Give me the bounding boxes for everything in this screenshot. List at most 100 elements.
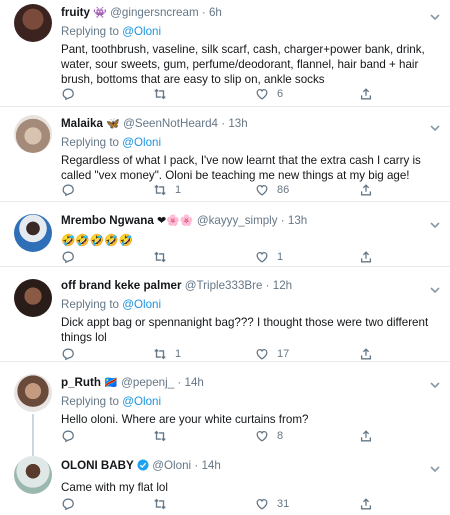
timestamp[interactable]: 14h	[185, 376, 204, 389]
display-name[interactable]: Mrembo Ngwana	[61, 214, 154, 227]
retweet-button[interactable]: 1	[153, 346, 181, 362]
like-button[interactable]: 1	[255, 249, 283, 265]
reply-button[interactable]	[61, 249, 83, 265]
separator-dot: ·	[221, 117, 226, 130]
replying-to-label: Replying to	[61, 136, 123, 149]
tweet-actions: 8	[61, 428, 401, 444]
like-icon	[256, 184, 268, 196]
tweet-header: Mrembo Ngwana ❤🌸🌸 @kayyy_simply · 13h	[61, 213, 442, 229]
tweet-actions: 6	[61, 86, 401, 102]
like-icon	[256, 348, 268, 360]
avatar[interactable]	[14, 279, 52, 317]
reply-button[interactable]	[61, 182, 83, 198]
like-button[interactable]: 8	[255, 428, 283, 444]
display-name[interactable]: OLONI BABY	[61, 459, 134, 472]
reply-button[interactable]	[61, 496, 83, 512]
replying-to-label: Replying to	[61, 298, 123, 311]
avatar[interactable]	[14, 115, 52, 153]
separator-dot: ·	[280, 214, 285, 227]
like-icon	[256, 430, 268, 442]
tweet-header: p_Ruth 🇨🇩 @pepenj_ · 14h	[61, 375, 442, 391]
like-button[interactable]: 17	[255, 346, 289, 362]
name-emoji: 👾	[93, 7, 107, 19]
share-button[interactable]	[359, 249, 373, 265]
thread-connector	[32, 414, 34, 456]
separator-dot: ·	[265, 279, 270, 292]
tweet-card[interactable]: Malaika 🦋 @SeenNotHeard4 · 13h Replying …	[0, 107, 450, 202]
like-count: 6	[277, 88, 284, 100]
reply-icon	[62, 430, 74, 443]
like-button[interactable]: 6	[255, 86, 283, 102]
reply-icon	[62, 184, 74, 197]
share-button[interactable]	[359, 428, 373, 444]
share-button[interactable]	[359, 496, 373, 512]
like-count: 17	[277, 348, 290, 360]
timestamp[interactable]: 13h	[228, 117, 247, 130]
share-button[interactable]	[359, 86, 373, 102]
replying-to-handle[interactable]: @Oloni	[122, 136, 161, 149]
reply-button[interactable]	[61, 346, 83, 362]
tweet-card[interactable]: p_Ruth 🇨🇩 @pepenj_ · 14h Replying to @Ol…	[0, 362, 450, 456]
reply-button[interactable]	[61, 86, 83, 102]
retweet-button[interactable]	[153, 428, 175, 444]
avatar[interactable]	[14, 374, 52, 412]
replying-to-handle[interactable]: @Oloni	[122, 25, 161, 38]
timestamp[interactable]: 6h	[209, 6, 222, 19]
tweet-header: OLONI BABY @Oloni · 14h	[61, 458, 442, 475]
reply-button[interactable]	[61, 428, 83, 444]
user-handle[interactable]: @Triple333Bre	[185, 279, 263, 292]
like-count: 31	[277, 498, 290, 510]
tweet-text: Regardless of what I pack, I've now lear…	[61, 154, 421, 182]
avatar[interactable]	[14, 214, 52, 252]
user-handle[interactable]: @Oloni	[152, 459, 191, 472]
timestamp[interactable]: 13h	[288, 214, 307, 227]
reply-icon	[62, 251, 74, 264]
share-icon	[360, 251, 372, 263]
reply-icon	[62, 88, 74, 101]
name-emoji: 🦋	[106, 118, 120, 130]
replying-to-label: Replying to	[61, 395, 123, 408]
replying-to: Replying to @Oloni	[61, 24, 442, 39]
user-handle[interactable]: @gingersncream	[110, 6, 198, 19]
timestamp[interactable]: 14h	[201, 459, 220, 472]
user-handle[interactable]: @kayyy_simply	[197, 214, 278, 227]
timestamp[interactable]: 12h	[273, 279, 292, 292]
like-count: 86	[277, 184, 290, 196]
retweet-button[interactable]	[153, 496, 175, 512]
like-button[interactable]: 86	[255, 182, 289, 198]
retweet-icon	[154, 348, 166, 360]
verified-badge-icon	[137, 459, 149, 475]
retweet-button[interactable]	[153, 86, 175, 102]
tweet-card[interactable]: off brand keke palmer @Triple333Bre · 12…	[0, 267, 450, 362]
tweet-card[interactable]: OLONI BABY @Oloni · 14h Came with my fla…	[0, 452, 450, 515]
avatar[interactable]	[14, 4, 52, 42]
tweet-card[interactable]: fruity 👾 @gingersncream · 6h Replying to…	[0, 0, 450, 107]
display-name[interactable]: p_Ruth	[61, 376, 101, 389]
tweet-text: 🤣🤣🤣🤣🤣	[61, 234, 134, 247]
like-button[interactable]: 31	[255, 496, 289, 512]
tweet-actions: 1 17	[61, 346, 401, 362]
replying-to-label: Replying to	[61, 25, 123, 38]
display-name[interactable]: fruity	[61, 6, 90, 19]
user-handle[interactable]: @pepenj_	[121, 376, 174, 389]
retweet-button[interactable]: 1	[153, 182, 181, 198]
tweet-actions: 1 86	[61, 182, 401, 198]
avatar[interactable]	[14, 456, 52, 494]
retweet-icon	[154, 88, 166, 100]
like-icon	[256, 498, 268, 510]
share-button[interactable]	[359, 346, 373, 362]
share-icon	[360, 430, 372, 442]
display-name[interactable]: Malaika	[61, 117, 103, 130]
tweet-card[interactable]: Mrembo Ngwana ❤🌸🌸 @kayyy_simply · 13h 🤣🤣…	[0, 202, 450, 267]
share-button[interactable]	[359, 182, 373, 198]
display-name[interactable]: off brand keke palmer	[61, 279, 181, 292]
tweet-header: off brand keke palmer @Triple333Bre · 12…	[61, 278, 442, 294]
replying-to-handle[interactable]: @Oloni	[122, 298, 161, 311]
user-handle[interactable]: @SeenNotHeard4	[123, 117, 218, 130]
replying-to-handle[interactable]: @Oloni	[122, 395, 161, 408]
name-emoji: 🇨🇩	[104, 377, 118, 389]
tweet-text: Pant, toothbrush, vaseline, silk scarf, …	[61, 43, 425, 86]
like-count: 1	[277, 251, 284, 263]
replying-to: Replying to @Oloni	[61, 297, 442, 312]
retweet-button[interactable]	[153, 249, 175, 265]
